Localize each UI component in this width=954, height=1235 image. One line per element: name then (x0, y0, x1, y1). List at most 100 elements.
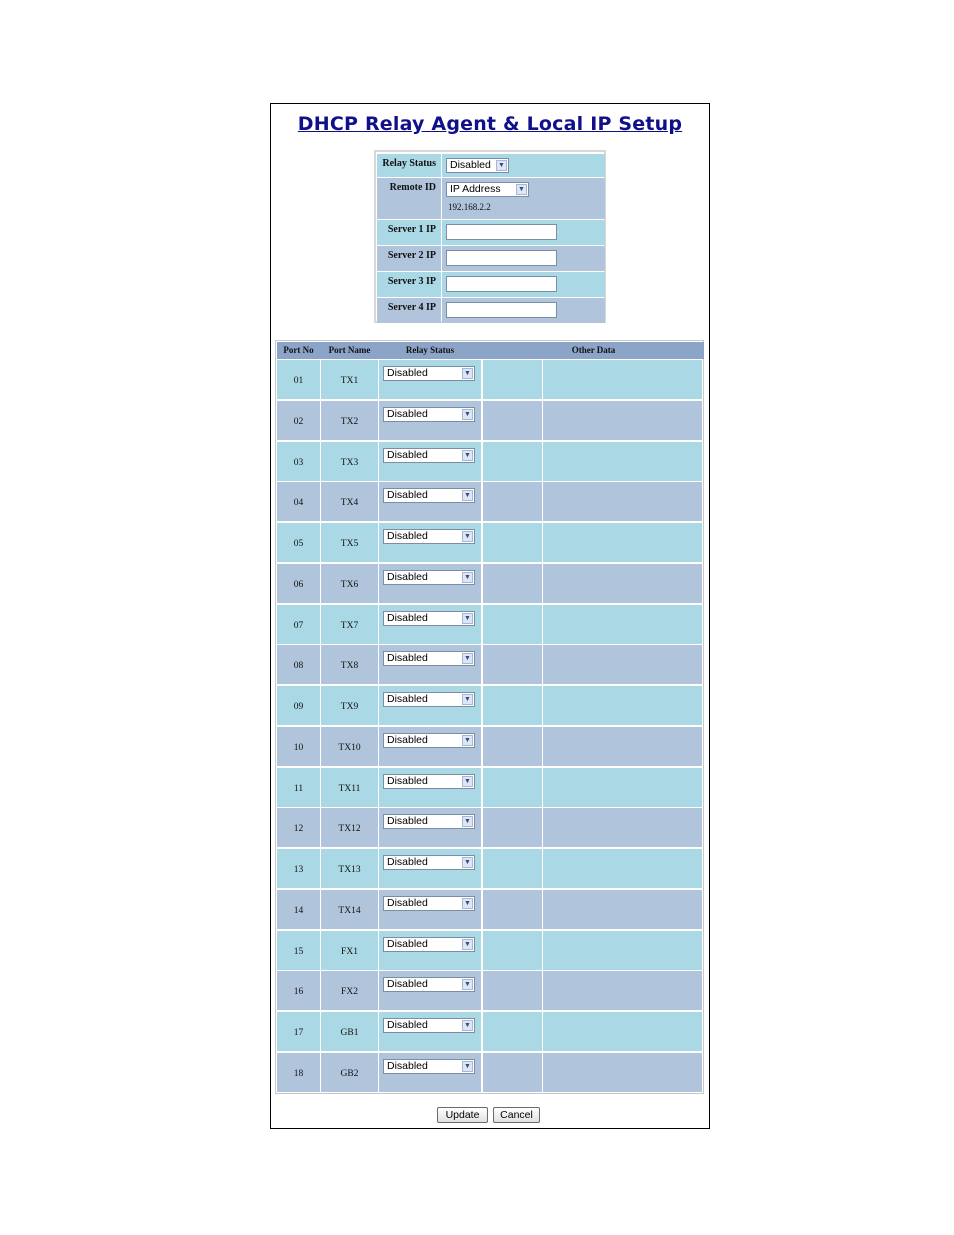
chevron-down-icon[interactable]: ▼ (462, 734, 473, 746)
relay-status-select[interactable]: Disabled ▼ (383, 1058, 475, 1074)
port-no-cell: 14 (277, 889, 320, 929)
other-data-cell (483, 808, 542, 848)
chevron-down-icon[interactable]: ▼ (462, 531, 473, 542)
port-no-cell: 12 (277, 808, 320, 848)
relay-status-select[interactable]: Disabled ▼ (383, 814, 475, 830)
relay-status-select[interactable]: Disabled ▼ (383, 569, 475, 585)
table-row: 17 GB1 Disabled ▼ (277, 1012, 702, 1051)
relay-status-cell: Disabled ▼ (379, 482, 481, 522)
relay-status-label: Relay Status (377, 154, 441, 177)
server4-ip-input[interactable] (446, 302, 557, 318)
port-name-cell: TX12 (321, 808, 378, 848)
chevron-down-icon[interactable]: ▼ (462, 897, 473, 909)
chevron-down-icon[interactable]: ▼ (462, 1060, 473, 1072)
relay-status-select[interactable]: Disabled ▼ (383, 610, 475, 626)
port-name-cell: TX2 (321, 400, 378, 440)
other-data-cell (543, 1052, 702, 1092)
chevron-down-icon[interactable]: ▼ (462, 571, 473, 583)
chevron-down-icon[interactable]: ▼ (516, 184, 527, 195)
port-name-cell: TX14 (321, 889, 378, 929)
port-name-cell: TX3 (321, 441, 378, 481)
other-data-cell (483, 400, 542, 440)
other-data-cell (543, 1012, 702, 1051)
other-data-cell (543, 604, 702, 644)
relay-status-cell: Disabled ▼ (379, 930, 481, 970)
chevron-down-icon[interactable]: ▼ (462, 938, 473, 950)
relay-status-select[interactable]: Disabled ▼ (383, 406, 475, 422)
relay-status-select[interactable]: Disabled ▼ (383, 855, 475, 870)
chevron-down-icon[interactable]: ▼ (496, 160, 507, 171)
chevron-down-icon[interactable]: ▼ (462, 979, 473, 991)
server1-label: Server 1 IP (377, 220, 441, 245)
remote-id-row: Remote ID IP Address ▼ 192.168.2.2 (377, 178, 605, 219)
other-data-cell (543, 563, 702, 603)
other-data-cell (483, 930, 542, 970)
other-data-cell (543, 726, 702, 766)
relay-status-select[interactable]: Disabled ▼ (446, 158, 509, 173)
port-name-cell: TX9 (321, 686, 378, 725)
relay-status-select[interactable]: Disabled ▼ (383, 977, 475, 993)
chevron-down-icon[interactable]: ▼ (462, 408, 473, 420)
server4-row: Server 4 IP (377, 298, 605, 323)
table-row: 03 TX3 Disabled ▼ (277, 441, 702, 481)
header-port-name: Port Name (328, 345, 371, 355)
relay-status-select[interactable]: Disabled ▼ (383, 529, 475, 544)
relay-status-row: Relay Status Disabled ▼ (377, 154, 605, 177)
relay-status-select[interactable]: Disabled ▼ (383, 895, 475, 911)
chevron-down-icon[interactable]: ▼ (462, 694, 473, 705)
relay-status-select[interactable]: Disabled ▼ (383, 651, 475, 667)
table-row: 06 TX6 Disabled ▼ (277, 563, 702, 603)
port-name-cell: TX8 (321, 645, 378, 685)
port-no-cell: 15 (277, 930, 320, 970)
relay-status-cell: Disabled ▼ (379, 441, 481, 481)
port-no-cell: 09 (277, 686, 320, 725)
relay-status-select[interactable]: Disabled ▼ (383, 488, 475, 504)
other-data-cell (483, 482, 542, 522)
table-row: 07 TX7 Disabled ▼ (277, 604, 702, 644)
relay-status-cell: Disabled ▼ (379, 645, 481, 685)
relay-status-select[interactable]: Disabled ▼ (383, 447, 475, 463)
chevron-down-icon[interactable]: ▼ (462, 490, 473, 502)
other-data-cell (483, 686, 542, 725)
chevron-down-icon[interactable]: ▼ (462, 775, 473, 787)
chevron-down-icon[interactable]: ▼ (462, 368, 473, 379)
table-header: Port No Port Name Relay Status Other Dat… (277, 342, 704, 359)
relay-status-select[interactable]: Disabled ▼ (383, 936, 475, 952)
relay-status-select[interactable]: Disabled ▼ (383, 366, 475, 381)
relay-status-cell: Disabled ▼ (379, 360, 481, 399)
relay-status-cell: Disabled ▼ (379, 604, 481, 644)
other-data-cell (543, 849, 702, 888)
port-name-cell: TX11 (321, 767, 378, 807)
port-no-cell: 18 (277, 1052, 320, 1092)
other-data-cell (483, 523, 542, 562)
relay-status-select[interactable]: Disabled ▼ (383, 773, 475, 789)
relay-status-select[interactable]: Disabled ▼ (383, 1018, 475, 1033)
port-name-cell: TX5 (321, 523, 378, 562)
port-no-cell: 05 (277, 523, 320, 562)
relay-status-select[interactable]: Disabled ▼ (383, 692, 475, 707)
table-row: 11 TX11 Disabled ▼ (277, 767, 702, 807)
chevron-down-icon[interactable]: ▼ (462, 449, 473, 461)
chevron-down-icon[interactable]: ▼ (462, 653, 473, 665)
server1-ip-input[interactable] (446, 224, 557, 240)
chevron-down-icon[interactable]: ▼ (462, 816, 473, 828)
relay-status-select[interactable]: Disabled ▼ (383, 732, 475, 748)
table-row: 15 FX1 Disabled ▼ (277, 930, 702, 970)
cancel-button[interactable]: Cancel (493, 1107, 540, 1123)
port-no-cell: 10 (277, 726, 320, 766)
relay-status-cell: Disabled ▼ (379, 726, 481, 766)
other-data-cell (483, 645, 542, 685)
server2-ip-input[interactable] (446, 250, 557, 266)
server3-ip-input[interactable] (446, 276, 557, 292)
table-row: 01 TX1 Disabled ▼ (277, 360, 702, 399)
remote-id-type-select[interactable]: IP Address ▼ (446, 182, 529, 197)
port-name-cell: GB2 (321, 1052, 378, 1092)
port-name-cell: FX1 (321, 930, 378, 970)
dhcp-relay-panel: DHCP Relay Agent & Local IP Setup Relay … (270, 103, 710, 1129)
update-button[interactable]: Update (437, 1107, 488, 1123)
server3-row: Server 3 IP (377, 272, 605, 297)
chevron-down-icon[interactable]: ▼ (462, 857, 473, 868)
remote-id-label: Remote ID (377, 178, 441, 219)
chevron-down-icon[interactable]: ▼ (462, 1020, 473, 1031)
chevron-down-icon[interactable]: ▼ (462, 612, 473, 624)
